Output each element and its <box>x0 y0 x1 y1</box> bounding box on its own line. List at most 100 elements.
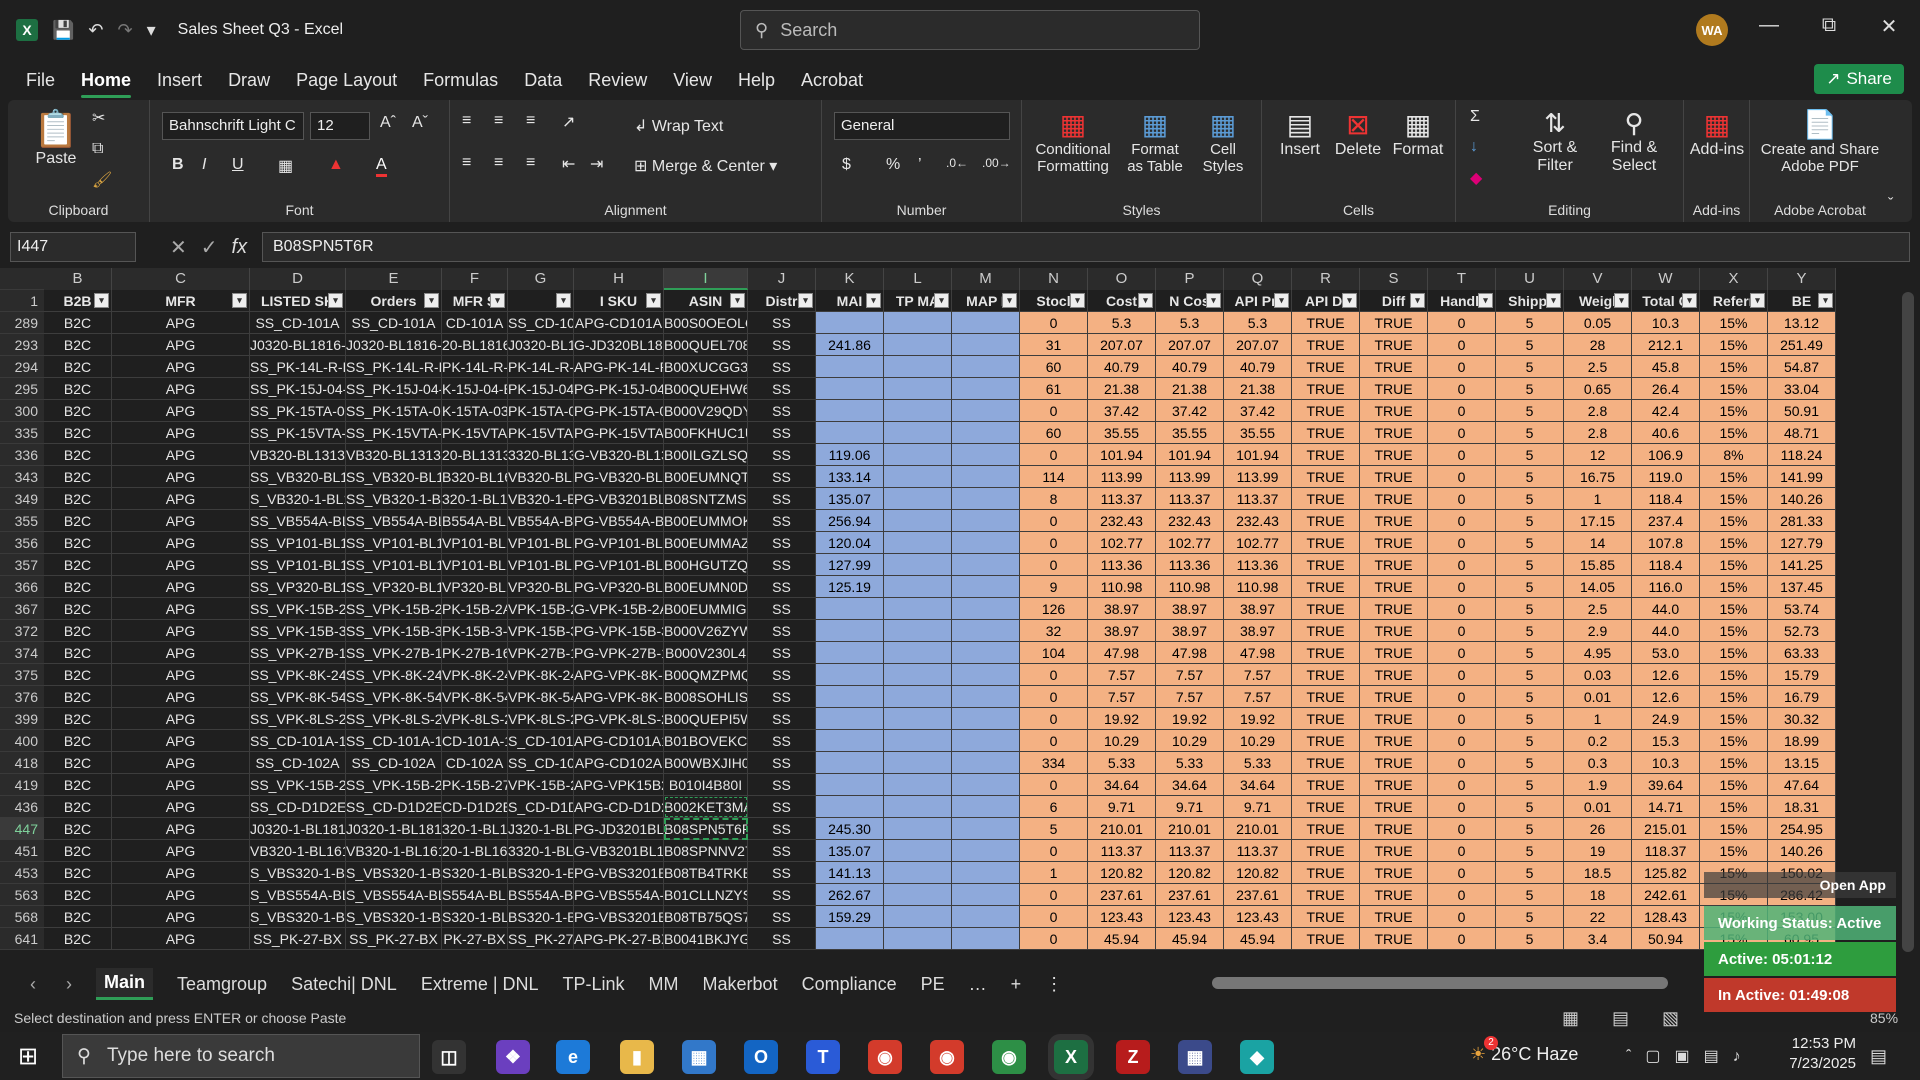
table-cell[interactable] <box>952 818 1020 840</box>
table-cell[interactable]: 237.4 <box>1632 510 1700 532</box>
table-cell[interactable]: B008SOHLIS <box>664 686 748 708</box>
table-cell[interactable]: J0320-BL1816-C <box>250 334 346 356</box>
table-cell[interactable]: 123.43 <box>1224 906 1292 928</box>
table-cell[interactable]: B00QUEL708 <box>664 334 748 356</box>
table-cell[interactable]: TRUE <box>1360 620 1428 642</box>
table-cell[interactable]: 0 <box>1428 664 1496 686</box>
table-cell[interactable]: 101.94 <box>1088 444 1156 466</box>
table-cell[interactable]: 0 <box>1428 796 1496 818</box>
table-cell[interactable]: APG <box>112 400 250 422</box>
table-cell[interactable]: PK-15TA-03 <box>508 400 574 422</box>
table-cell[interactable]: APG <box>112 774 250 796</box>
clock[interactable]: 12:53 PM 7/23/2025 <box>1789 1034 1856 1074</box>
table-cell[interactable]: 126 <box>1020 598 1088 620</box>
wrap-text-button[interactable]: ↲ Wrap Text <box>634 116 723 136</box>
table-header-cell[interactable]: Total C ▾ <box>1632 290 1700 312</box>
filter-dropdown-icon[interactable]: ▾ <box>1750 293 1765 308</box>
table-cell[interactable]: 5 <box>1496 708 1564 730</box>
table-cell[interactable]: 5 <box>1496 378 1564 400</box>
table-cell[interactable]: 15.79 <box>1768 664 1836 686</box>
table-cell[interactable]: 37.42 <box>1156 400 1224 422</box>
table-cell[interactable]: B2C <box>44 598 112 620</box>
table-cell[interactable]: SS_PK-15J-04-BX <box>250 378 346 400</box>
row-header[interactable]: 375 <box>0 664 44 686</box>
table-cell[interactable]: 0 <box>1428 444 1496 466</box>
table-cell[interactable]: SS_VB320-BL1616 <box>346 466 442 488</box>
table-cell[interactable]: 4.95 <box>1564 642 1632 664</box>
table-cell[interactable]: 237.61 <box>1224 884 1292 906</box>
table-cell[interactable]: B2C <box>44 378 112 400</box>
table-cell[interactable]: 18.31 <box>1768 796 1836 818</box>
table-cell[interactable]: 7.57 <box>1088 686 1156 708</box>
table-cell[interactable] <box>816 796 884 818</box>
table-cell[interactable]: 5 <box>1496 906 1564 928</box>
table-cell[interactable]: 242.61 <box>1632 884 1700 906</box>
table-cell[interactable]: 123.43 <box>1156 906 1224 928</box>
table-cell[interactable] <box>884 422 952 444</box>
table-cell[interactable]: B2C <box>44 642 112 664</box>
table-cell[interactable]: VPK-8LS-235 <box>442 708 508 730</box>
table-cell[interactable]: SS_CD-101A <box>346 312 442 334</box>
table-cell[interactable]: 18.5 <box>1564 862 1632 884</box>
table-cell[interactable] <box>952 312 1020 334</box>
table-cell[interactable]: SS_VP101-BL1616 <box>250 554 346 576</box>
table-cell[interactable] <box>952 576 1020 598</box>
table-cell[interactable]: VP101-BL141 <box>442 532 508 554</box>
table-cell[interactable]: B00QUEHW60 <box>664 378 748 400</box>
table-cell[interactable]: B000V26ZYW <box>664 620 748 642</box>
table-cell[interactable]: 119.06 <box>816 444 884 466</box>
table-cell[interactable]: SS <box>748 400 816 422</box>
table-cell[interactable]: TRUE <box>1360 532 1428 554</box>
table-cell[interactable]: 232.43 <box>1156 510 1224 532</box>
table-cell[interactable]: SS_VPK-15B-27-BX <box>250 774 346 796</box>
table-cell[interactable]: 0.03 <box>1564 664 1632 686</box>
table-cell[interactable]: TRUE <box>1360 554 1428 576</box>
more-sheets-icon[interactable]: … <box>969 974 987 995</box>
table-cell[interactable]: B2C <box>44 488 112 510</box>
table-cell[interactable]: APG <box>112 356 250 378</box>
row-header[interactable]: 335 <box>0 422 44 444</box>
horizontal-scrollbar[interactable] <box>1212 977 1668 989</box>
sheet-tab-extreme-dnl[interactable]: Extreme | DNL <box>421 974 539 995</box>
comma-icon[interactable]: ’ <box>918 156 922 174</box>
table-cell[interactable]: 40.79 <box>1224 356 1292 378</box>
table-cell[interactable]: SS <box>748 576 816 598</box>
table-cell[interactable]: 110.98 <box>1088 576 1156 598</box>
table-cell[interactable] <box>952 554 1020 576</box>
table-cell[interactable]: 107.8 <box>1632 532 1700 554</box>
table-header-cell[interactable]: Diff ▾ <box>1360 290 1428 312</box>
table-cell[interactable]: VB320-BL16 <box>508 466 574 488</box>
table-cell[interactable]: 16.79 <box>1768 686 1836 708</box>
row-header[interactable]: 295 <box>0 378 44 400</box>
menu-acrobat[interactable]: Acrobat <box>801 60 863 100</box>
table-cell[interactable] <box>816 400 884 422</box>
table-cell[interactable]: 15% <box>1700 708 1768 730</box>
table-cell[interactable]: TRUE <box>1360 862 1428 884</box>
table-cell[interactable]: B2C <box>44 840 112 862</box>
table-cell[interactable]: 15% <box>1700 576 1768 598</box>
filter-dropdown-icon[interactable]: ▾ <box>328 293 343 308</box>
table-cell[interactable]: 118.4 <box>1632 554 1700 576</box>
table-cell[interactable]: PG-VP101-BL141 <box>574 532 664 554</box>
table-cell[interactable]: 10.3 <box>1632 752 1700 774</box>
table-cell[interactable]: TRUE <box>1292 840 1360 862</box>
table-cell[interactable]: 10.3 <box>1632 312 1700 334</box>
table-cell[interactable]: S_VBS320-1-BL16 <box>346 862 442 884</box>
column-header-C[interactable]: C <box>112 268 250 290</box>
autosum-icon[interactable]: Σ <box>1470 108 1480 126</box>
table-cell[interactable] <box>952 466 1020 488</box>
table-cell[interactable]: 140.26 <box>1768 840 1836 862</box>
table-cell[interactable]: 5 <box>1496 312 1564 334</box>
column-header-Y[interactable]: Y <box>1768 268 1836 290</box>
row-header[interactable]: 289 <box>0 312 44 334</box>
table-cell[interactable]: B00EUMMIGU <box>664 598 748 620</box>
table-cell[interactable]: 0 <box>1020 840 1088 862</box>
table-cell[interactable]: 13.12 <box>1768 312 1836 334</box>
table-cell[interactable] <box>952 774 1020 796</box>
table-cell[interactable]: TRUE <box>1360 664 1428 686</box>
table-cell[interactable]: TRUE <box>1292 356 1360 378</box>
table-cell[interactable]: B01CLLNZYS <box>664 884 748 906</box>
table-cell[interactable]: 38.97 <box>1088 598 1156 620</box>
table-cell[interactable]: 33.04 <box>1768 378 1836 400</box>
row-header[interactable]: 374 <box>0 642 44 664</box>
